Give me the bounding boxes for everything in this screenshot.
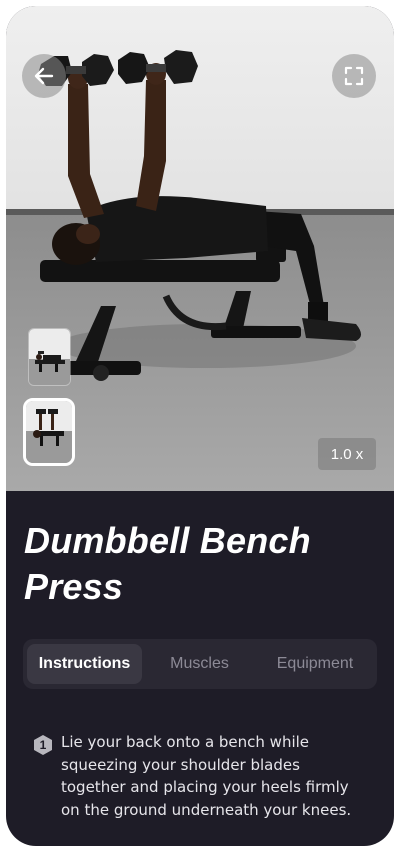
video-thumbnail-1[interactable] <box>28 328 71 386</box>
exercise-screen: 1.0 x Dumbbell Bench Press Instructions … <box>6 6 394 846</box>
fullscreen-button[interactable] <box>332 54 376 98</box>
tab-equipment[interactable]: Equipment <box>257 644 373 684</box>
step-number-badge: 1 <box>32 734 54 756</box>
arrow-left-icon <box>34 67 54 85</box>
video-thumbnail-2-selected[interactable] <box>23 398 75 466</box>
expand-icon <box>344 66 364 86</box>
step-number: 1 <box>39 738 47 752</box>
tab-bar: Instructions Muscles Equipment <box>23 639 377 689</box>
tab-muscles[interactable]: Muscles <box>142 644 257 684</box>
thumbnail-image <box>26 401 72 463</box>
back-button[interactable] <box>22 54 66 98</box>
exercise-title: Dumbbell Bench Press <box>24 520 311 607</box>
step-text: Lie your back onto a bench while squeezi… <box>61 733 352 819</box>
exercise-video[interactable]: 1.0 x <box>6 6 394 491</box>
playback-speed-label: 1.0 x <box>330 445 364 463</box>
playback-speed-button[interactable]: 1.0 x <box>318 438 376 470</box>
tab-instructions[interactable]: Instructions <box>27 644 142 684</box>
thumbnail-image <box>29 329 70 385</box>
